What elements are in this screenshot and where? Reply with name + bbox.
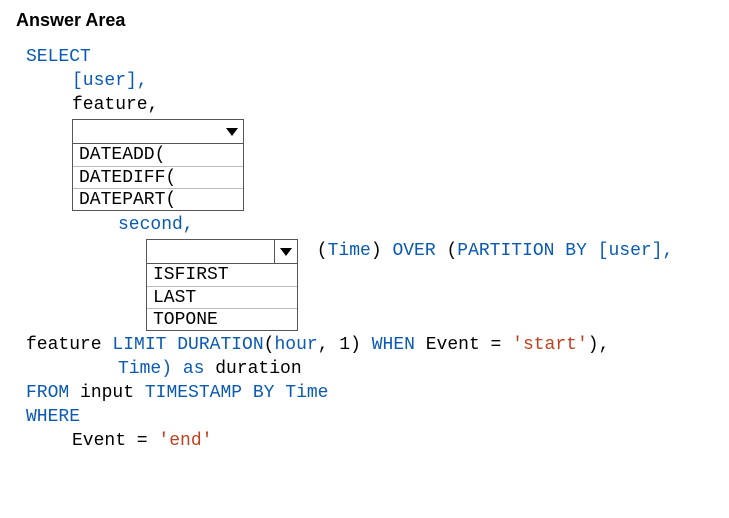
col-user2: [user], — [587, 241, 673, 261]
kw-as: as — [183, 359, 205, 379]
kw-time3: Time — [274, 383, 328, 403]
over-partition-clause: (Time) OVER (PARTITION BY [user], — [298, 239, 673, 263]
alias-duration: duration — [204, 359, 301, 379]
txt — [166, 335, 177, 355]
window-function-selected — [147, 240, 274, 263]
sql-feature-col: feature, — [26, 93, 725, 117]
sql-from-line: FROM input TIMESTAMP BY Time — [26, 381, 725, 405]
sql-user-col: [user], — [26, 69, 725, 93]
answer-area-heading: Answer Area — [16, 10, 725, 31]
sql-second-arg: second, — [26, 213, 725, 237]
kw-timestamp: TIMESTAMP — [145, 383, 242, 403]
kw-second: second, — [118, 215, 194, 235]
window-function-option[interactable]: LAST — [147, 286, 297, 308]
kw-where: WHERE — [26, 407, 80, 427]
txt: , 1) — [318, 335, 372, 355]
window-function-dropdown[interactable]: ISFIRST LAST TOPONE — [146, 239, 298, 331]
kw-limit: LIMIT — [112, 335, 166, 355]
txt: Event = — [415, 335, 512, 355]
str-start: 'start' — [512, 335, 588, 355]
txt: Event = — [72, 431, 158, 451]
sql-limit-duration-line: feature LIMIT DURATION(hour, 1) WHEN Eve… — [26, 333, 725, 357]
txt: ) — [371, 241, 393, 261]
kw-partition: PARTITION — [457, 241, 554, 261]
chevron-down-icon — [221, 127, 243, 137]
date-function-option[interactable]: DATEPART( — [73, 188, 243, 210]
txt: input — [69, 383, 145, 403]
date-function-dropdown[interactable]: DATEADD( DATEDIFF( DATEPART( — [72, 119, 244, 211]
kw-by: BY — [554, 241, 586, 261]
kw-over: OVER — [392, 241, 435, 261]
txt: ( — [306, 241, 328, 261]
kw-by2: BY — [242, 383, 274, 403]
kw-hour: hour — [274, 335, 317, 355]
col-feature: feature, — [72, 95, 158, 115]
sql-where-cond: Event = 'end' — [26, 429, 725, 453]
sql-select: SELECT — [26, 45, 725, 69]
txt: feature — [26, 335, 112, 355]
kw-from: FROM — [26, 383, 69, 403]
sql-duration-alias-line: Time) as duration — [26, 357, 725, 381]
kw-time: Time — [328, 241, 371, 261]
txt: ( — [436, 241, 458, 261]
kw-when: WHEN — [372, 335, 415, 355]
kw-select: SELECT — [26, 47, 91, 67]
date-function-option[interactable]: DATEADD( — [73, 144, 243, 166]
date-function-option[interactable]: DATEDIFF( — [73, 166, 243, 188]
str-end: 'end' — [158, 431, 212, 451]
chevron-down-icon — [274, 240, 297, 263]
txt: ), — [588, 335, 610, 355]
sql-where-kw: WHERE — [26, 405, 725, 429]
kw-time2: Time) — [118, 359, 183, 379]
window-function-option[interactable]: TOPONE — [147, 308, 297, 330]
col-user: [user], — [72, 71, 148, 91]
kw-duration: DURATION — [177, 335, 263, 355]
window-function-option[interactable]: ISFIRST — [147, 264, 297, 286]
txt: ( — [264, 335, 275, 355]
